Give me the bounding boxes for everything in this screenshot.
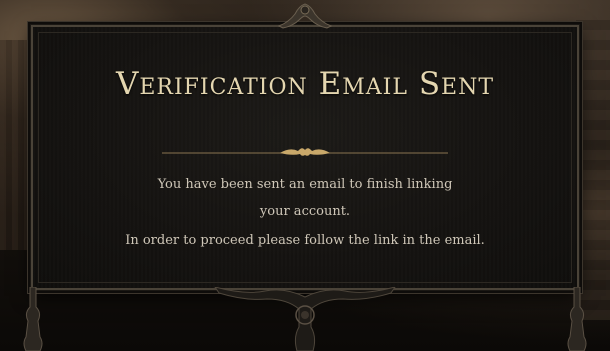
- gothic-ornament-icon: [214, 287, 396, 351]
- gold-flourish-icon: [162, 148, 448, 156]
- frame-left-leg-ornament: [23, 287, 43, 351]
- background-wall: [576, 20, 610, 320]
- game-background: Verification Email Sent You have been se…: [0, 0, 610, 351]
- dialog-title: Verification Email Sent: [115, 66, 495, 102]
- dialog-message: You have been sent an email to finish li…: [157, 177, 453, 219]
- frame-right-leg-ornament: [567, 287, 587, 351]
- dialog-instruction: In order to proceed please follow the li…: [125, 233, 485, 248]
- ornate-crest-icon: [277, 3, 333, 29]
